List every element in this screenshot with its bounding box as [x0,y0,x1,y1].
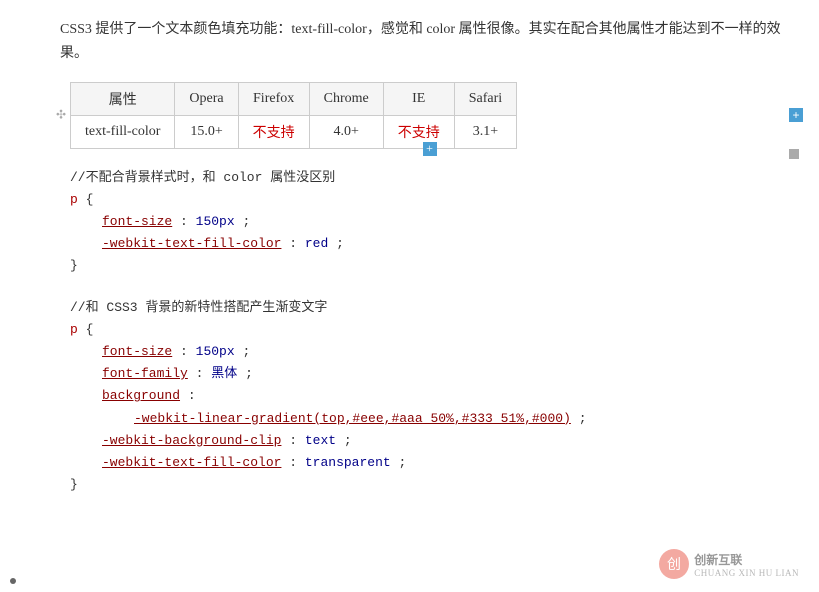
code-brace-open-2: { [86,322,94,337]
code-prop-textfill-1: -webkit-text-fill-color [102,236,281,251]
code-close-2: } [70,474,789,496]
code-semi-2: ; [336,236,344,251]
code-colon-2: : [289,236,305,251]
code-line-fontsize-1: font-size : 150px ; [102,211,789,233]
code-semi-3: ; [242,344,250,359]
code-brace-open-1: { [86,192,94,207]
code-selector-2: p { [70,319,789,341]
add-row-button[interactable]: + [423,142,437,156]
code-comment-1: //不配合背景样式时，和 color 属性没区别 [70,167,789,189]
col-header-firefox: Firefox [238,82,309,115]
code-val-transparent: transparent [305,455,391,470]
code-prop-textfill-2: -webkit-text-fill-color [102,455,281,470]
code-val-fontsize-2: 150px [196,344,235,359]
code-line-bgclip: -webkit-background-clip : text ; [102,430,789,452]
code-colon-6: : [289,433,297,448]
browser-compatibility-table: 属性 Opera Firefox Chrome IE Safari text-f… [70,82,517,149]
code-block-1: //不配合背景样式时，和 color 属性没区别 p { font-size :… [70,167,789,277]
col-header-opera: Opera [175,82,238,115]
code-line-textfill-1: -webkit-text-fill-color : red ; [102,233,789,255]
code-semi-4: ; [245,366,253,381]
move-handle-icon[interactable]: ✣ [56,108,66,123]
code-prop-fontfamily: font-family [102,366,188,381]
code-prop-fontsize-1: font-size [102,214,172,229]
code-keyword-p2: p [70,322,78,337]
code-colon-5: : [188,388,196,403]
code-prop-fontsize-2: font-size [102,344,172,359]
code-keyword-p1: p [70,192,78,207]
code-prop-bgclip: -webkit-background-clip [102,433,281,448]
cell-firefox: 不支持 [238,115,309,148]
code-colon-3: : [180,344,196,359]
col-header-chrome: Chrome [309,82,383,115]
code-line-background-label: background : [102,385,789,407]
code-block-2: //和 CSS3 背景的新特性搭配产生渐变文字 p { font-size : … [70,297,789,496]
watermark-cn-text: 创新互联 [694,551,799,568]
table-resize-handle[interactable] [789,149,799,159]
watermark: 创 创新互联 CHUANG XIN HU LIAN [658,548,799,580]
code-colon-1: : [180,214,196,229]
col-header-ie: IE [383,82,454,115]
code-semi-7: ; [399,455,407,470]
cell-ie: 不支持 [383,115,454,148]
code-val-red: red [305,236,328,251]
code-line-textfill-2: -webkit-text-fill-color : transparent ; [102,452,789,474]
code-comment-2: //和 CSS3 背景的新特性搭配产生渐变文字 [70,297,789,319]
code-val-fontsize-1: 150px [196,214,235,229]
code-line-gradient: -webkit-linear-gradient(top,#eee,#aaa 50… [134,408,789,430]
code-line-fontfamily: font-family : 黑体 ; [102,363,789,385]
cell-property: text-fill-color [71,115,175,148]
code-semi-1: ; [242,214,250,229]
watermark-en-text: CHUANG XIN HU LIAN [694,568,799,578]
svg-text:创: 创 [667,557,681,573]
code-prop-background: background [102,388,180,403]
table-wrapper: ✣ 属性 Opera Firefox Chrome IE Safari text… [70,82,789,149]
code-prop-gradient: -webkit-linear-gradient(top,#eee,#aaa 50… [134,411,571,426]
bottom-dot-indicator [10,578,16,584]
cell-chrome: 4.0+ [309,115,383,148]
code-colon-4: : [196,366,212,381]
code-selector-1: p { [70,189,789,211]
code-semi-5: ; [579,411,587,426]
watermark-logo-icon: 创 [658,548,690,580]
code-close-1: } [70,255,789,277]
page-container: CSS3 提供了一个文本颜色填充功能：text-fill-color，感觉和 c… [0,0,819,592]
code-line-fontsize-2: font-size : 150px ; [102,341,789,363]
code-semi-6: ; [344,433,352,448]
add-column-button[interactable]: + [789,108,803,122]
table-header-row: 属性 Opera Firefox Chrome IE Safari [71,82,517,115]
code-val-bgclip: text [305,433,336,448]
code-colon-7: : [289,455,305,470]
table-row: text-fill-color 15.0+ 不支持 4.0+ 不支持 3.1+ [71,115,517,148]
code-val-fontfamily: 黑体 [211,366,237,381]
cell-safari: 3.1+ [454,115,516,148]
cell-opera: 15.0+ [175,115,238,148]
intro-text: CSS3 提供了一个文本颜色填充功能：text-fill-color，感觉和 c… [60,18,789,66]
col-header-safari: Safari [454,82,516,115]
col-header-property: 属性 [71,82,175,115]
